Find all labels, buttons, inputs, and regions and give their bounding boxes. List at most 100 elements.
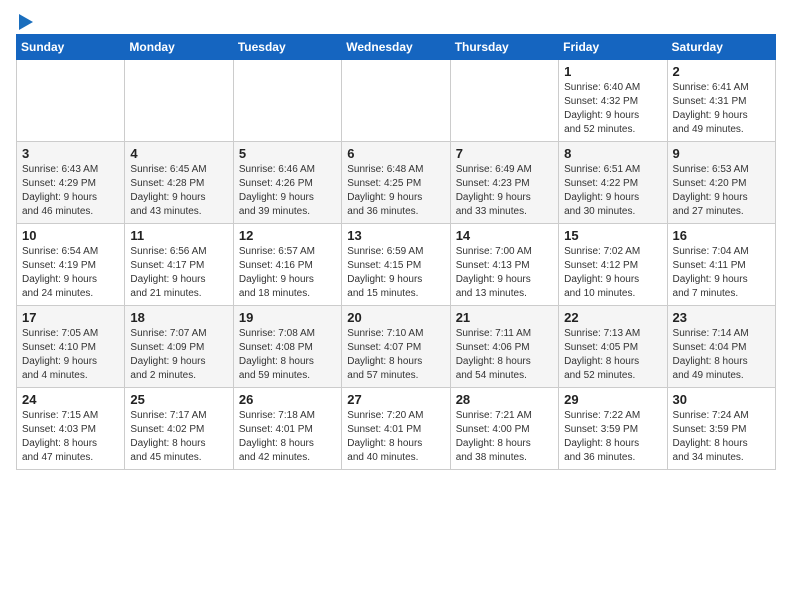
day-info: Sunrise: 7:10 AM Sunset: 4:07 PM Dayligh…	[347, 327, 444, 383]
day-number: 19	[239, 310, 336, 325]
calendar-cell: 30Sunrise: 7:24 AM Sunset: 3:59 PM Dayli…	[667, 388, 775, 470]
calendar-cell: 7 Sunrise: 6:49 AM Sunset: 4:23 PM Daylig…	[450, 142, 558, 224]
calendar-cell: 14 Sunrise: 7:00 AM Sunset: 4:13 PM Dayli…	[450, 224, 558, 306]
calendar-cell: 13 Sunrise: 6:59 AM Sunset: 4:15 PM Dayli…	[342, 224, 450, 306]
day-info: Sunrise: 6:41 AM Sunset: 4:31 PM Dayligh…	[673, 81, 770, 137]
calendar-cell: 24 Sunrise: 7:15 AM Sunset: 4:03 PM Dayli…	[17, 388, 125, 470]
calendar-cell: 9 Sunrise: 6:53 AM Sunset: 4:20 PM Daylig…	[667, 142, 775, 224]
day-info: Sunrise: 6:43 AM Sunset: 4:29 PM Dayligh…	[22, 163, 119, 219]
day-number: 13	[347, 228, 444, 243]
day-number: 15	[564, 228, 661, 243]
calendar-cell: 10 Sunrise: 6:54 AM Sunset: 4:19 PM Dayli…	[17, 224, 125, 306]
calendar-table: SundayMondayTuesdayWednesdayThursdayFrid…	[16, 34, 776, 470]
calendar-cell	[17, 60, 125, 142]
day-number: 10	[22, 228, 119, 243]
calendar-cell: 5 Sunrise: 6:46 AM Sunset: 4:26 PM Daylig…	[233, 142, 341, 224]
weekday-header-monday: Monday	[125, 35, 233, 60]
calendar-cell: 20 Sunrise: 7:10 AM Sunset: 4:07 PM Dayli…	[342, 306, 450, 388]
day-number: 1	[564, 64, 661, 79]
calendar-cell: 25 Sunrise: 7:17 AM Sunset: 4:02 PM Dayli…	[125, 388, 233, 470]
day-number: 5	[239, 146, 336, 161]
calendar-cell: 6 Sunrise: 6:48 AM Sunset: 4:25 PM Daylig…	[342, 142, 450, 224]
calendar-cell: 2 Sunrise: 6:41 AM Sunset: 4:31 PM Daylig…	[667, 60, 775, 142]
day-info: Sunrise: 7:08 AM Sunset: 4:08 PM Dayligh…	[239, 327, 336, 383]
week-row-3: 10 Sunrise: 6:54 AM Sunset: 4:19 PM Dayli…	[17, 224, 776, 306]
calendar-cell: 28Sunrise: 7:21 AM Sunset: 4:00 PM Dayli…	[450, 388, 558, 470]
day-number: 3	[22, 146, 119, 161]
calendar-cell	[125, 60, 233, 142]
day-number: 22	[564, 310, 661, 325]
day-info: Sunrise: 7:15 AM Sunset: 4:03 PM Dayligh…	[22, 409, 119, 465]
calendar-cell: 3 Sunrise: 6:43 AM Sunset: 4:29 PM Daylig…	[17, 142, 125, 224]
day-number: 9	[673, 146, 770, 161]
weekday-header-sunday: Sunday	[17, 35, 125, 60]
header	[16, 16, 776, 26]
day-info: Sunrise: 6:59 AM Sunset: 4:15 PM Dayligh…	[347, 245, 444, 301]
day-number: 7	[456, 146, 553, 161]
calendar-cell: 26 Sunrise: 7:18 AM Sunset: 4:01 PM Dayli…	[233, 388, 341, 470]
day-info: Sunrise: 6:56 AM Sunset: 4:17 PM Dayligh…	[130, 245, 227, 301]
day-number: 14	[456, 228, 553, 243]
day-info: Sunrise: 7:11 AM Sunset: 4:06 PM Dayligh…	[456, 327, 553, 383]
calendar-cell: 21 Sunrise: 7:11 AM Sunset: 4:06 PM Dayli…	[450, 306, 558, 388]
day-number: 24	[22, 392, 119, 407]
weekday-header-row: SundayMondayTuesdayWednesdayThursdayFrid…	[17, 35, 776, 60]
calendar-cell: 29 Sunrise: 7:22 AM Sunset: 3:59 PM Dayli…	[559, 388, 667, 470]
calendar-cell: 22 Sunrise: 7:13 AM Sunset: 4:05 PM Dayli…	[559, 306, 667, 388]
day-number: 20	[347, 310, 444, 325]
day-info: Sunrise: 6:53 AM Sunset: 4:20 PM Dayligh…	[673, 163, 770, 219]
calendar-cell: 23 Sunrise: 7:14 AM Sunset: 4:04 PM Dayli…	[667, 306, 775, 388]
day-info: Sunrise: 7:00 AM Sunset: 4:13 PM Dayligh…	[456, 245, 553, 301]
calendar-cell: 19 Sunrise: 7:08 AM Sunset: 4:08 PM Dayli…	[233, 306, 341, 388]
day-info: Sunrise: 7:22 AM Sunset: 3:59 PM Dayligh…	[564, 409, 661, 465]
calendar-cell: 27 Sunrise: 7:20 AM Sunset: 4:01 PM Dayli…	[342, 388, 450, 470]
calendar-cell: 4Sunrise: 6:45 AM Sunset: 4:28 PM Daylig…	[125, 142, 233, 224]
calendar-cell: 15Sunrise: 7:02 AM Sunset: 4:12 PM Dayli…	[559, 224, 667, 306]
weekday-header-saturday: Saturday	[667, 35, 775, 60]
day-info: Sunrise: 7:21 AM Sunset: 4:00 PM Dayligh…	[456, 409, 553, 465]
calendar-cell: 1Sunrise: 6:40 AM Sunset: 4:32 PM Daylig…	[559, 60, 667, 142]
day-number: 6	[347, 146, 444, 161]
day-number: 8	[564, 146, 661, 161]
day-info: Sunrise: 7:14 AM Sunset: 4:04 PM Dayligh…	[673, 327, 770, 383]
logo-arrow-icon	[19, 14, 33, 30]
weekday-header-wednesday: Wednesday	[342, 35, 450, 60]
calendar-cell: 17Sunrise: 7:05 AM Sunset: 4:10 PM Dayli…	[17, 306, 125, 388]
day-info: Sunrise: 7:17 AM Sunset: 4:02 PM Dayligh…	[130, 409, 227, 465]
day-number: 23	[673, 310, 770, 325]
day-info: Sunrise: 6:49 AM Sunset: 4:23 PM Dayligh…	[456, 163, 553, 219]
calendar-cell: 11 Sunrise: 6:56 AM Sunset: 4:17 PM Dayli…	[125, 224, 233, 306]
calendar-cell: 18 Sunrise: 7:07 AM Sunset: 4:09 PM Dayli…	[125, 306, 233, 388]
day-number: 12	[239, 228, 336, 243]
calendar-cell	[450, 60, 558, 142]
day-info: Sunrise: 7:07 AM Sunset: 4:09 PM Dayligh…	[130, 327, 227, 383]
day-number: 21	[456, 310, 553, 325]
day-info: Sunrise: 7:20 AM Sunset: 4:01 PM Dayligh…	[347, 409, 444, 465]
weekday-header-friday: Friday	[559, 35, 667, 60]
day-info: Sunrise: 7:13 AM Sunset: 4:05 PM Dayligh…	[564, 327, 661, 383]
day-info: Sunrise: 6:54 AM Sunset: 4:19 PM Dayligh…	[22, 245, 119, 301]
day-info: Sunrise: 6:51 AM Sunset: 4:22 PM Dayligh…	[564, 163, 661, 219]
day-info: Sunrise: 7:18 AM Sunset: 4:01 PM Dayligh…	[239, 409, 336, 465]
day-number: 27	[347, 392, 444, 407]
week-row-4: 17Sunrise: 7:05 AM Sunset: 4:10 PM Dayli…	[17, 306, 776, 388]
calendar-body: 1Sunrise: 6:40 AM Sunset: 4:32 PM Daylig…	[17, 60, 776, 470]
calendar-cell: 8 Sunrise: 6:51 AM Sunset: 4:22 PM Daylig…	[559, 142, 667, 224]
weekday-header-tuesday: Tuesday	[233, 35, 341, 60]
day-info: Sunrise: 6:46 AM Sunset: 4:26 PM Dayligh…	[239, 163, 336, 219]
day-info: Sunrise: 7:04 AM Sunset: 4:11 PM Dayligh…	[673, 245, 770, 301]
day-number: 25	[130, 392, 227, 407]
day-info: Sunrise: 7:05 AM Sunset: 4:10 PM Dayligh…	[22, 327, 119, 383]
day-number: 26	[239, 392, 336, 407]
day-info: Sunrise: 6:57 AM Sunset: 4:16 PM Dayligh…	[239, 245, 336, 301]
calendar-cell	[342, 60, 450, 142]
day-info: Sunrise: 6:48 AM Sunset: 4:25 PM Dayligh…	[347, 163, 444, 219]
day-number: 29	[564, 392, 661, 407]
day-number: 18	[130, 310, 227, 325]
day-number: 4	[130, 146, 227, 161]
day-number: 16	[673, 228, 770, 243]
calendar-cell: 12 Sunrise: 6:57 AM Sunset: 4:16 PM Dayli…	[233, 224, 341, 306]
logo	[16, 16, 33, 26]
day-number: 2	[673, 64, 770, 79]
day-number: 11	[130, 228, 227, 243]
